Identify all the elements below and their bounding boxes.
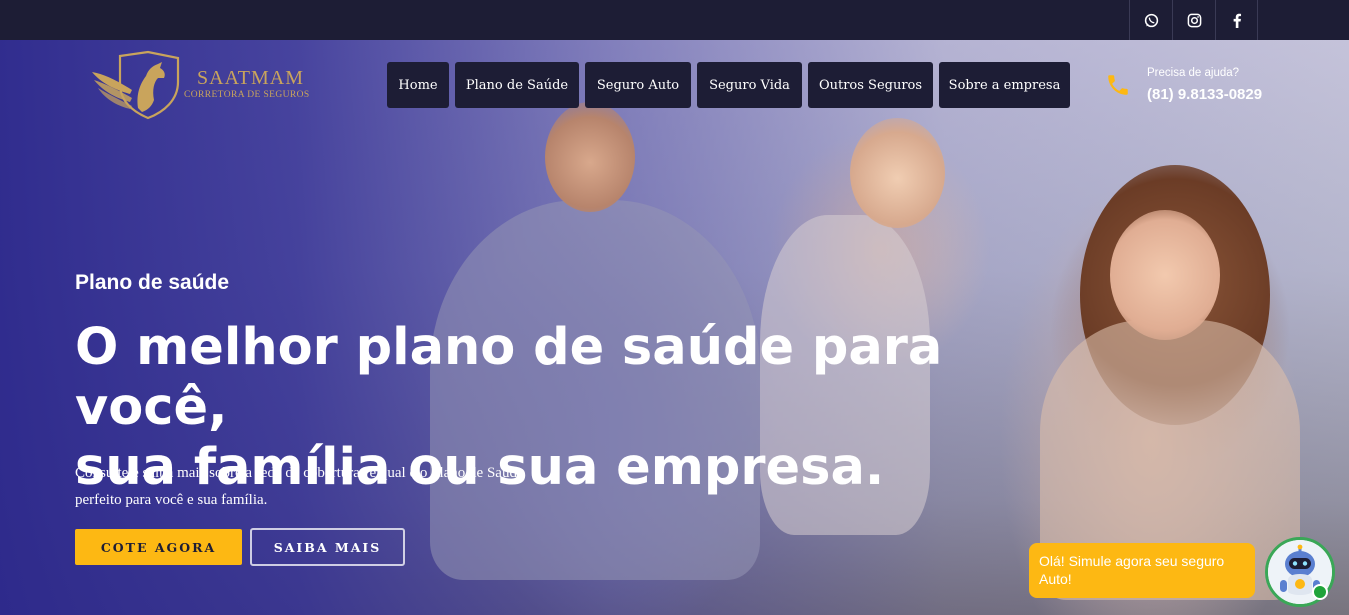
- help-phone-link[interactable]: (81) 9.8133-0829: [1147, 86, 1262, 103]
- top-bar: [0, 0, 1349, 40]
- hero-photo-woman-face: [1110, 210, 1220, 340]
- nav-seguro-vida[interactable]: Seguro Vida: [697, 62, 802, 108]
- hero-headline-line-1: O melhor plano de saúde para você,: [75, 318, 943, 437]
- facebook-link[interactable]: [1215, 0, 1258, 40]
- nav-outros-seguros[interactable]: Outros Seguros: [808, 62, 933, 108]
- nav-plano-de-saude[interactable]: Plano de Saúde: [455, 62, 579, 108]
- pegasus-shield-icon: [92, 50, 180, 120]
- nav-sobre-a-empresa[interactable]: Sobre a empresa: [939, 62, 1070, 108]
- hero-photo-man-face: [545, 102, 635, 212]
- hero-photo-child-face: [850, 118, 945, 228]
- logo-name: SAATMAM: [197, 67, 305, 89]
- saiba-mais-button[interactable]: SAIBA MAIS: [250, 528, 405, 566]
- chat-bubble[interactable]: Olá! Simule agora seu seguro Auto!: [1029, 543, 1255, 598]
- nav-home[interactable]: Home: [387, 62, 449, 108]
- whatsapp-icon: [1144, 13, 1158, 27]
- hero-description: Consulte e saiba mais sobre a rede de co…: [75, 460, 575, 514]
- help-label: Precisa de ajuda?: [1147, 67, 1240, 79]
- facebook-icon: [1233, 13, 1241, 28]
- phone-icon: [1108, 75, 1128, 95]
- site-logo[interactable]: SAATMAM CORRETORA DE SEGUROS: [90, 50, 320, 122]
- chat-message-line-2: Auto!: [1039, 571, 1072, 587]
- instagram-link[interactable]: [1172, 0, 1215, 40]
- whatsapp-link[interactable]: [1129, 0, 1172, 40]
- chat-message-line-1: Olá! Simule agora seu seguro: [1039, 553, 1225, 569]
- instagram-icon: [1187, 13, 1201, 27]
- online-status-indicator: [1312, 584, 1328, 600]
- logo-subtitle: CORRETORA DE SEGUROS: [184, 90, 310, 100]
- hero-eyebrow: Plano de saúde: [75, 271, 230, 294]
- nav-seguro-auto[interactable]: Seguro Auto: [585, 62, 691, 108]
- hero-description-line-1: Consulte e saiba mais sobre a rede de co…: [75, 465, 524, 481]
- cote-agora-button[interactable]: COTE AGORA: [75, 529, 242, 565]
- hero-description-line-2: perfeito para você e sua família.: [75, 492, 268, 508]
